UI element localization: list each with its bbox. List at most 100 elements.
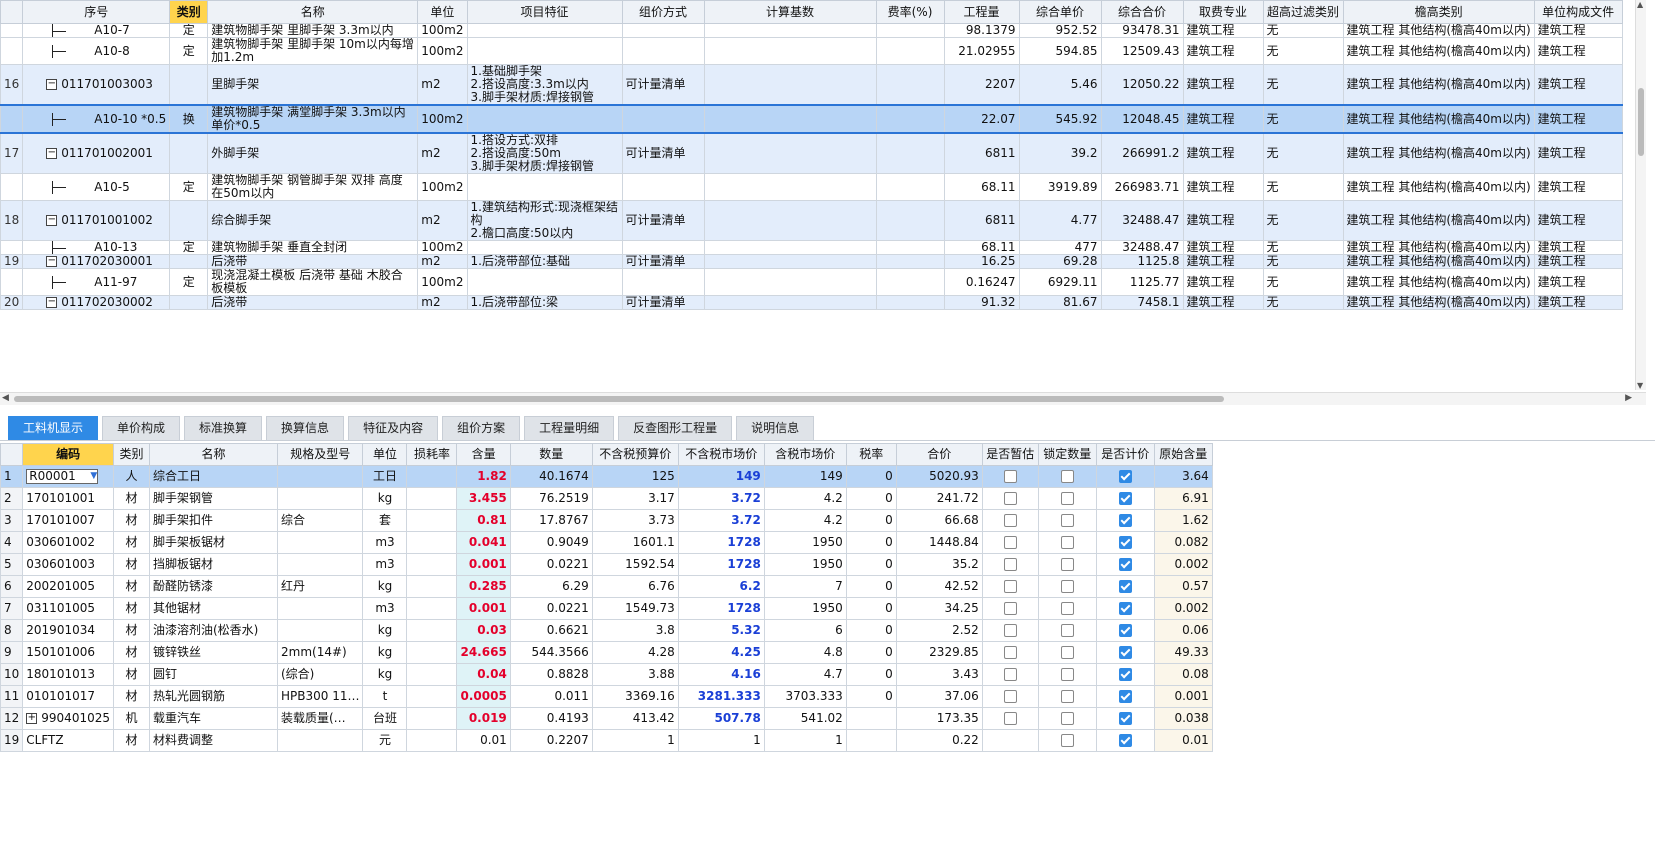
- base-cell[interactable]: [703, 295, 877, 310]
- unit-file-cell[interactable]: 建筑工程: [1533, 173, 1623, 201]
- unit-cell[interactable]: kg: [362, 487, 408, 510]
- name-cell[interactable]: 后浇带: [207, 254, 419, 269]
- is-priced-cell[interactable]: [1095, 641, 1155, 664]
- lock-amount-cell[interactable]: [1037, 531, 1097, 554]
- amount-cell[interactable]: 17.8767: [509, 509, 593, 532]
- is-priced-checkbox[interactable]: [1118, 580, 1132, 593]
- original-content-cell[interactable]: 1.62: [1153, 509, 1213, 532]
- unit-cell[interactable]: kg: [362, 663, 408, 686]
- is-priced-checkbox[interactable]: [1118, 690, 1132, 703]
- unit-price-cell[interactable]: 952.52: [1018, 23, 1102, 38]
- header-name[interactable]: 名称: [207, 0, 419, 24]
- name-cell[interactable]: 外脚手架: [207, 132, 419, 174]
- eave-height-cell[interactable]: 建筑工程 其他结构(檐高40m以内): [1342, 64, 1535, 106]
- type-cell[interactable]: 材: [113, 553, 150, 576]
- is-estimate-cell[interactable]: [981, 663, 1039, 686]
- tax-rate-cell[interactable]: 0: [845, 553, 897, 576]
- unit-cell[interactable]: kg: [362, 575, 408, 598]
- unit-file-cell[interactable]: 建筑工程: [1533, 37, 1623, 65]
- eave-height-cell[interactable]: 建筑工程 其他结构(檐高40m以内): [1342, 173, 1535, 201]
- loss-rate-cell[interactable]: [406, 729, 458, 752]
- spec-cell[interactable]: [276, 487, 364, 510]
- category-cell[interactable]: 换: [169, 104, 209, 134]
- overheight-filter-cell[interactable]: 无: [1262, 132, 1344, 174]
- rate-cell[interactable]: [875, 240, 945, 255]
- is-priced-checkbox[interactable]: [1118, 470, 1132, 483]
- feature-cell[interactable]: [466, 37, 623, 65]
- budget-price-cell[interactable]: 3.73: [591, 509, 679, 532]
- amount-cell[interactable]: 0.4193: [509, 707, 593, 730]
- lock-amount-checkbox[interactable]: [1060, 668, 1074, 681]
- budget-price-cell[interactable]: 3369.16: [591, 685, 679, 708]
- feature-cell[interactable]: 1.搭设方式:双排 2.搭设高度:50m 3.脚手架材质:焊接钢管: [466, 132, 623, 174]
- code-cell[interactable]: 030601003: [22, 553, 114, 576]
- unit-cell[interactable]: 元: [362, 729, 408, 752]
- feature-cell[interactable]: 1.后浇带部位:梁: [466, 295, 623, 310]
- lock-amount-cell[interactable]: [1037, 465, 1097, 488]
- header-type[interactable]: 类别: [113, 443, 150, 466]
- total-cell[interactable]: 241.72: [895, 487, 983, 510]
- quantity-cell[interactable]: 68.11: [943, 240, 1020, 255]
- tax-market-price-cell[interactable]: 7: [763, 575, 847, 598]
- is-estimate-checkbox[interactable]: [1003, 580, 1017, 593]
- eave-height-cell[interactable]: 建筑工程 其他结构(檐高40m以内): [1342, 240, 1535, 255]
- budget-price-cell[interactable]: 1: [591, 729, 679, 752]
- loss-rate-cell[interactable]: [406, 487, 458, 510]
- category-cell[interactable]: [169, 64, 209, 106]
- feature-cell[interactable]: 1.基础脚手架 2.搭设高度:3.3m以内 3.脚手架材质:焊接钢管: [466, 64, 623, 106]
- lock-amount-checkbox[interactable]: [1060, 558, 1074, 571]
- budget-price-cell[interactable]: 1601.1: [591, 531, 679, 554]
- amount-cell[interactable]: 0.2207: [509, 729, 593, 752]
- tab-graphic-quantity[interactable]: 反查图形工程量: [618, 416, 733, 440]
- name-cell[interactable]: 建筑物脚手架 里脚手架 3.3m以内: [207, 23, 419, 38]
- unit-file-cell[interactable]: 建筑工程: [1533, 240, 1623, 255]
- is-priced-cell[interactable]: [1095, 685, 1155, 708]
- tax-market-price-cell[interactable]: 4.2: [763, 487, 847, 510]
- method-cell[interactable]: 可计量清单: [621, 132, 705, 174]
- collapse-icon[interactable]: −: [46, 79, 58, 90]
- category-cell[interactable]: [169, 254, 209, 269]
- unit-cell[interactable]: m3: [362, 597, 408, 620]
- header-name[interactable]: 名称: [149, 443, 278, 466]
- base-cell[interactable]: [703, 104, 877, 134]
- tab-standard-conversion[interactable]: 标准换算: [184, 416, 263, 440]
- code-cell[interactable]: 180101013: [22, 663, 114, 686]
- unit-cell[interactable]: t: [362, 685, 408, 708]
- overheight-filter-cell[interactable]: 无: [1262, 240, 1344, 255]
- unit-cell[interactable]: m2: [417, 254, 468, 269]
- table-row[interactable]: 19−011702030001 后浇带 m2 1.后浇带部位:基础 可计量清单 16.25…: [0, 254, 1623, 269]
- header-unit-file[interactable]: 单位构成文件: [1533, 0, 1623, 24]
- code-cell[interactable]: +990401025: [22, 707, 114, 730]
- unit-file-cell[interactable]: 建筑工程: [1533, 23, 1623, 38]
- resource-row[interactable]: 6 200201005 材酚醛防锈漆 红丹 kg 0.285 6.29 6.76 6.2 7 0 42…: [0, 575, 1213, 598]
- eave-height-cell[interactable]: 建筑工程 其他结构(檐高40m以内): [1342, 200, 1535, 241]
- content-cell[interactable]: 0.019: [456, 707, 511, 730]
- name-cell[interactable]: 载重汽车: [149, 707, 278, 730]
- spec-cell[interactable]: 红丹: [276, 575, 364, 598]
- fee-specialty-cell[interactable]: 建筑工程: [1182, 132, 1264, 174]
- base-cell[interactable]: [703, 200, 877, 241]
- method-cell[interactable]: [621, 104, 705, 134]
- tax-rate-cell[interactable]: 0: [845, 663, 897, 686]
- header-tax-rate[interactable]: 税率: [845, 443, 897, 466]
- header-tax-market-price[interactable]: 含税市场价: [763, 443, 847, 466]
- resource-table[interactable]: 编码 类别 名称 规格及型号 单位 损耗率 含量 数量 不含税预算价 不含税市场…: [0, 443, 1213, 752]
- type-cell[interactable]: 材: [113, 641, 150, 664]
- fee-specialty-cell[interactable]: 建筑工程: [1182, 200, 1264, 241]
- lock-amount-checkbox[interactable]: [1060, 734, 1074, 747]
- tab-pricing-scheme[interactable]: 组价方案: [442, 416, 521, 440]
- is-priced-checkbox[interactable]: [1118, 646, 1132, 659]
- is-priced-cell[interactable]: [1095, 619, 1155, 642]
- list-table[interactable]: 序号 类别 名称 单位 项目特征 组价方式 计算基数 费率(%) 工程量 综合单…: [0, 0, 1623, 310]
- type-cell[interactable]: 机: [113, 707, 150, 730]
- header-fee-specialty[interactable]: 取费专业: [1182, 0, 1264, 24]
- tax-rate-cell[interactable]: 0: [845, 597, 897, 620]
- code-cell[interactable]: −011702030001: [22, 254, 171, 269]
- header-spec[interactable]: 规格及型号: [276, 443, 364, 466]
- lock-amount-cell[interactable]: [1037, 509, 1097, 532]
- header-total[interactable]: 合价: [895, 443, 983, 466]
- type-cell[interactable]: 材: [113, 663, 150, 686]
- is-estimate-cell[interactable]: [981, 575, 1039, 598]
- content-cell[interactable]: 0.001: [456, 553, 511, 576]
- original-content-cell[interactable]: 0.002: [1153, 553, 1213, 576]
